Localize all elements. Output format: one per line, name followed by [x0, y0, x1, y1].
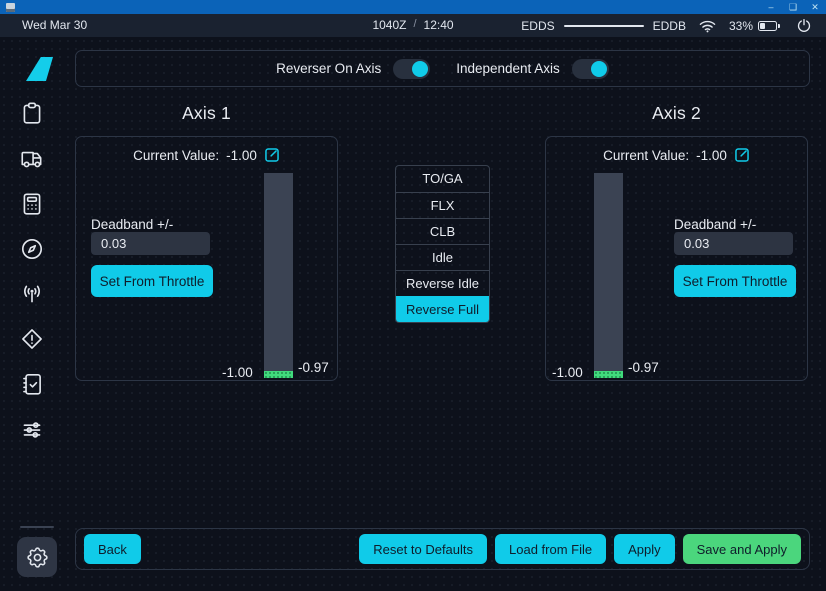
reset-to-defaults-button[interactable]: Reset to Defaults [359, 534, 487, 564]
gear-icon [25, 545, 50, 570]
app-window: – ❑ ✕ Wed Mar 30 1040Z / 12:40 EDDS EDDB [0, 0, 826, 591]
reverser-on-axis-toggle[interactable] [393, 59, 430, 79]
sidebar-item-atc[interactable] [16, 278, 48, 310]
checklist-icon [19, 371, 45, 397]
flight-progress: EDDS EDDB [521, 19, 686, 33]
detent-list: TO/GA FLX CLB Idle Reverse Idle Reverse … [395, 165, 490, 323]
edit-icon[interactable] [734, 147, 750, 163]
detent-item-reverse-idle[interactable]: Reverse Idle [396, 270, 489, 296]
warning-diamond-icon [19, 326, 45, 352]
footer-bar: Back Reset to Defaults Load from File Ap… [75, 528, 810, 570]
axis2-range-high: -0.97 [628, 360, 659, 375]
sidebar-item-failures[interactable] [16, 323, 48, 355]
sidebar-item-dispatch[interactable] [16, 143, 48, 175]
flybywire-logo [26, 57, 53, 81]
window-titlebar: – ❑ ✕ [0, 0, 826, 14]
axis1-range-high: -0.97 [298, 360, 329, 375]
sliders-icon [19, 417, 45, 443]
sidebar [0, 37, 64, 591]
axis2-current-value-label: Current Value: [603, 148, 689, 163]
time-separator: / [413, 18, 416, 32]
content-area: Reverser On Axis Independent Axis Axis 1… [0, 37, 826, 591]
axis1-range-low: -1.00 [222, 365, 253, 380]
axis1-detent-range-segment [264, 371, 293, 378]
origin-airport: EDDS [521, 19, 554, 33]
battery-icon [758, 21, 777, 31]
axis1-current-value-label: Current Value: [133, 148, 219, 163]
axis2-card: Current Value: -1.00 Deadband +/- Set Fr… [545, 136, 808, 381]
flight-progress-line [564, 25, 644, 27]
sidebar-item-performance[interactable] [16, 188, 48, 220]
axis2-deadband-input[interactable] [674, 232, 793, 255]
edit-icon[interactable] [264, 147, 280, 163]
sidebar-item-dashboard[interactable] [16, 97, 48, 129]
destination-airport: EDDB [653, 19, 686, 33]
save-and-apply-button[interactable]: Save and Apply [683, 534, 801, 564]
sidebar-item-settings-active[interactable] [17, 537, 57, 577]
sidebar-item-navigation[interactable] [16, 233, 48, 265]
axis2-deadband-label: Deadband +/- [674, 217, 804, 232]
compass-icon [19, 236, 45, 262]
axis1-title: Axis 1 [75, 103, 338, 124]
detent-item-idle[interactable]: Idle [396, 244, 489, 270]
axis2-value-bar [594, 173, 623, 378]
axis1-value-bar [264, 173, 293, 378]
axis1-deadband-input[interactable] [91, 232, 210, 255]
window-minimize-button[interactable]: – [764, 1, 778, 13]
axis2-set-from-throttle-button[interactable]: Set From Throttle [674, 265, 796, 297]
antenna-icon [19, 281, 45, 307]
sidebar-divider [20, 526, 54, 528]
statusbar: Wed Mar 30 1040Z / 12:40 EDDS EDDB 33 [0, 14, 826, 37]
axis2-range-low: -1.00 [552, 365, 583, 380]
utc-time: 1040Z [372, 18, 406, 32]
axis2-current-value: -1.00 [696, 148, 727, 163]
battery-percent: 33% [729, 19, 753, 33]
axis1-deadband-label: Deadband +/- [91, 217, 221, 232]
app-icon [6, 3, 15, 12]
clipboard-icon [19, 100, 45, 126]
wifi-icon[interactable] [699, 19, 716, 33]
detent-item-flx[interactable]: FLX [396, 192, 489, 218]
power-icon[interactable] [796, 18, 812, 34]
battery-status: 33% [729, 19, 777, 33]
calculator-icon [19, 191, 45, 217]
load-from-file-button[interactable]: Load from File [495, 534, 606, 564]
sidebar-item-presets[interactable] [16, 414, 48, 446]
independent-axis-label: Independent Axis [456, 61, 560, 76]
axis2-detent-range-segment [594, 371, 623, 378]
statusbar-date: Wed Mar 30 [22, 18, 87, 32]
axis1-current-value: -1.00 [226, 148, 257, 163]
detent-item-clb[interactable]: CLB [396, 218, 489, 244]
axis1-set-from-throttle-button[interactable]: Set From Throttle [91, 265, 213, 297]
axis2-title: Axis 2 [545, 103, 808, 124]
detent-item-reverse-full[interactable]: Reverse Full [396, 296, 489, 322]
statusbar-clock[interactable]: 1040Z / 12:40 [372, 18, 453, 32]
independent-axis-toggle[interactable] [572, 59, 609, 79]
reverser-on-axis-label: Reverser On Axis [276, 61, 381, 76]
apply-button[interactable]: Apply [614, 534, 675, 564]
local-time: 12:40 [424, 18, 454, 32]
sidebar-item-checklists[interactable] [16, 368, 48, 400]
back-button[interactable]: Back [84, 534, 141, 564]
axis1-card: Current Value: -1.00 Deadband +/- Set Fr… [75, 136, 338, 381]
window-maximize-button[interactable]: ❑ [786, 1, 800, 13]
window-close-button[interactable]: ✕ [808, 1, 822, 13]
detent-item-toga[interactable]: TO/GA [396, 166, 489, 192]
axis-options-panel: Reverser On Axis Independent Axis [75, 50, 810, 87]
truck-icon [19, 146, 45, 172]
